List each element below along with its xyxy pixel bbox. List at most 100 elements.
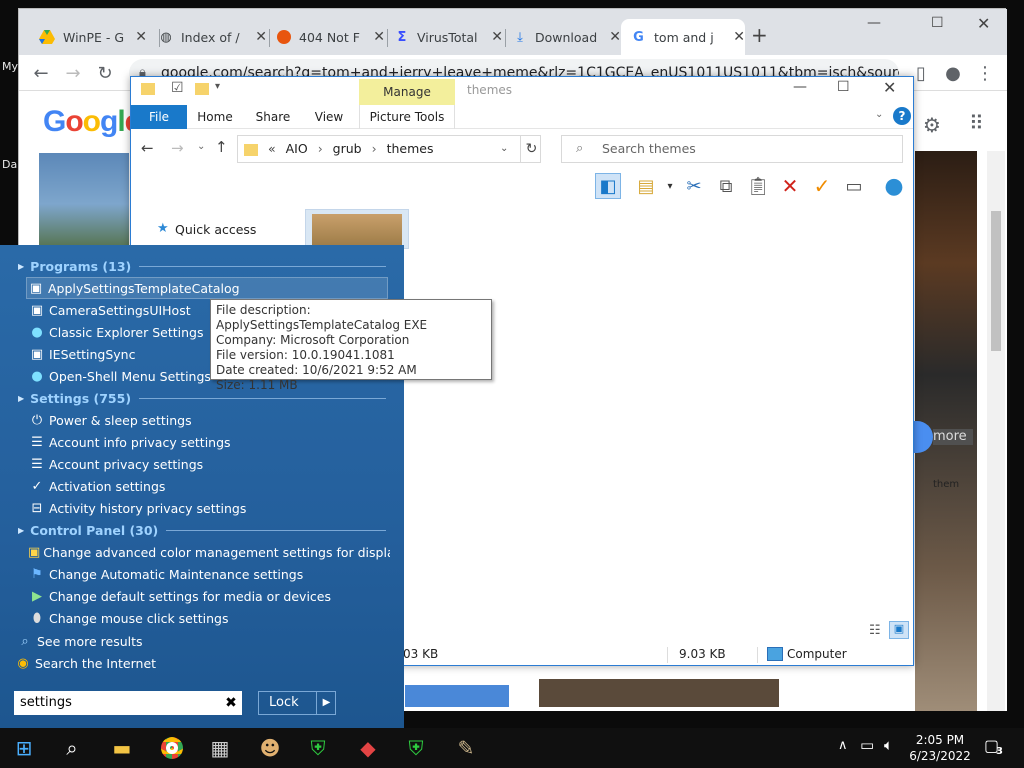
breadcrumb[interactable]: « AIO › grub › themes ⌄ ↻ [237,135,541,163]
ribbon-tab-share[interactable]: Share [249,105,297,129]
page-scrollbar[interactable] [987,151,1005,711]
address-dropdown-icon[interactable]: ⌄ [500,136,508,162]
shutdown-options-arrow-icon[interactable]: ▶ [316,691,336,715]
large-icons-view-icon[interactable]: ▣ [889,621,909,639]
result-change-mouse-click-settings[interactable]: ⬮ Change mouse click settings [28,607,390,629]
window-close-icon[interactable]: ✕ [883,78,896,97]
cut-icon[interactable]: ✂ [681,173,707,199]
more-label[interactable]: more [933,429,973,445]
nav-quick-access[interactable]: Quick access [175,222,256,237]
help-icon[interactable]: ? [893,107,911,125]
windows-start-icon[interactable]: ⊞ [8,734,40,762]
recent-locations-dropdown-icon[interactable]: ⌄ [197,141,205,152]
close-icon[interactable]: ✕ [733,29,745,45]
drive-tool-icon[interactable]: ▦ [204,734,236,762]
result-apply-settings-template-catalog[interactable]: ▣ ApplySettingsTemplateCatalog [26,277,388,299]
properties-check-icon[interactable]: ☑ [171,80,184,96]
minimize-icon[interactable]: — [867,15,881,31]
search-the-internet[interactable]: ◉ Search the Internet [14,652,376,674]
properties-check-icon[interactable]: ✓ [809,173,835,199]
details-view-icon[interactable]: ☷ [869,623,881,638]
close-icon[interactable]: ✕ [255,29,267,45]
search-icon[interactable]: ⌕ [56,734,88,762]
shield-check-icon[interactable]: ⛨ [302,734,334,762]
forward-arrow-icon[interactable]: → [61,61,85,85]
section-control-panel[interactable]: ▶ Control Panel (30) [18,523,386,538]
paste-icon[interactable]: 📋︎ [745,173,771,199]
cube-app-icon[interactable]: ◆ [352,734,384,762]
breadcrumb-aio[interactable]: AIO [286,141,308,156]
preview-pane-icon[interactable]: ◧ [595,173,621,199]
result-activity-history-privacy-settings[interactable]: ⊟ Activity history privacy settings [28,497,390,519]
result-activation-settings[interactable]: ✓ Activation settings [28,475,390,497]
profile-avatar-icon[interactable]: ● [941,61,965,85]
chevron-up-icon[interactable]: ∧ [838,738,848,753]
back-arrow-icon[interactable]: ← [141,139,154,157]
breadcrumb-grub[interactable]: grub [333,141,362,156]
ribbon-tab-view[interactable]: View [305,105,353,129]
ribbon-tab-home[interactable]: Home [189,105,241,129]
apps-grid-icon[interactable]: ⠿ [969,111,984,135]
delete-x-icon[interactable]: ✕ [777,173,803,199]
file-explorer-icon[interactable]: ▬ [106,734,138,762]
new-tab-plus-icon[interactable]: + [751,23,768,47]
tab-404[interactable]: 404 Not F ✕ [267,19,385,55]
system-clock[interactable]: 2:05 PM 6/23/2022 [902,732,978,764]
refresh-icon[interactable]: ↻ [520,136,542,162]
maximize-icon[interactable]: ☐ [931,15,944,31]
manage-context-tab[interactable]: Manage [359,79,455,105]
new-folder-icon[interactable]: ▤ [633,173,659,199]
google-logo[interactable]: Google [43,105,141,139]
settings-gear-icon[interactable]: ⚙ [923,113,941,137]
image-thumbnail-blue[interactable] [405,685,509,707]
volume-icon[interactable]: 🔈︎ [884,736,893,754]
up-arrow-icon[interactable]: ↑ [215,138,228,156]
tab-virustotal[interactable]: Σ VirusTotal ✕ [385,19,503,55]
network-icon[interactable]: ▭ [860,736,874,754]
ribbon-tab-picture-tools[interactable]: Picture Tools [359,105,455,129]
result-change-default-settings-media[interactable]: ▶ Change default settings for media or de… [28,585,390,607]
maximize-icon[interactable]: ☐ [837,79,850,95]
back-arrow-icon[interactable]: ← [29,61,53,85]
close-icon[interactable]: ✕ [491,29,503,45]
reload-icon[interactable]: ↻ [93,61,117,85]
section-settings[interactable]: ▶ Settings (755) [18,391,386,406]
user-tool-icon[interactable]: ☻ [254,734,286,762]
paint-palette-icon[interactable]: ✎ [450,734,482,762]
new-folder-icon[interactable] [195,83,209,95]
close-icon[interactable]: ✕ [373,29,385,45]
quick-access-dropdown-icon[interactable]: ▾ [215,81,220,92]
tab-download[interactable]: ⤓ Download ✕ [503,19,621,55]
copy-icon[interactable]: ⧉ [713,173,739,199]
close-icon[interactable]: ✕ [609,29,621,45]
section-programs[interactable]: ▶ Programs (13) [18,259,386,274]
ribbon-expand-icon[interactable]: ⌄ [875,109,883,120]
shield-check-icon[interactable]: ⛨ [400,734,432,762]
see-more-results[interactable]: ⌕ See more results [16,630,378,652]
window-close-icon[interactable]: ✕ [977,14,990,33]
breadcrumb-themes[interactable]: themes [387,141,434,156]
dropdown-arrow-icon[interactable]: ▾ [657,173,683,199]
rename-icon[interactable]: ▭ [841,173,867,199]
chrome-icon[interactable] [156,734,188,762]
close-icon[interactable]: ✕ [135,29,147,45]
result-account-privacy-settings[interactable]: ☰ Account privacy settings [28,453,390,475]
power-icon: ⏻ [31,412,43,428]
forward-arrow-icon[interactable]: → [171,139,184,157]
result-power-sleep-settings[interactable]: ⏻ Power & sleep settings [28,409,390,431]
explorer-search-input[interactable]: ⌕ Search themes [561,135,903,163]
globe-icon[interactable]: ● [881,173,907,199]
result-change-advanced-color-management[interactable]: ▣ Change advanced color management settin… [28,541,390,563]
image-thumbnail-bottom[interactable] [539,679,779,707]
result-change-automatic-maintenance[interactable]: ⚑ Change Automatic Maintenance settings [28,563,390,585]
file-item-thumbnail[interactable] [305,209,409,249]
ribbon-tab-file[interactable]: File [131,105,187,129]
clear-search-icon[interactable]: ✖ [220,691,242,715]
start-search-input[interactable]: settings [14,691,242,715]
result-account-info-privacy-settings[interactable]: ☰ Account info privacy settings [28,431,390,453]
tab-tom-and-jerry[interactable]: G tom and j ✕ [621,19,745,55]
minimize-icon[interactable]: — [793,79,807,95]
tab-winpe[interactable]: WinPE - G ✕ [29,19,147,55]
tab-index-of[interactable]: ◍ Index of / ✕ [149,19,267,55]
menu-kebab-icon[interactable]: ⋮ [973,61,997,85]
